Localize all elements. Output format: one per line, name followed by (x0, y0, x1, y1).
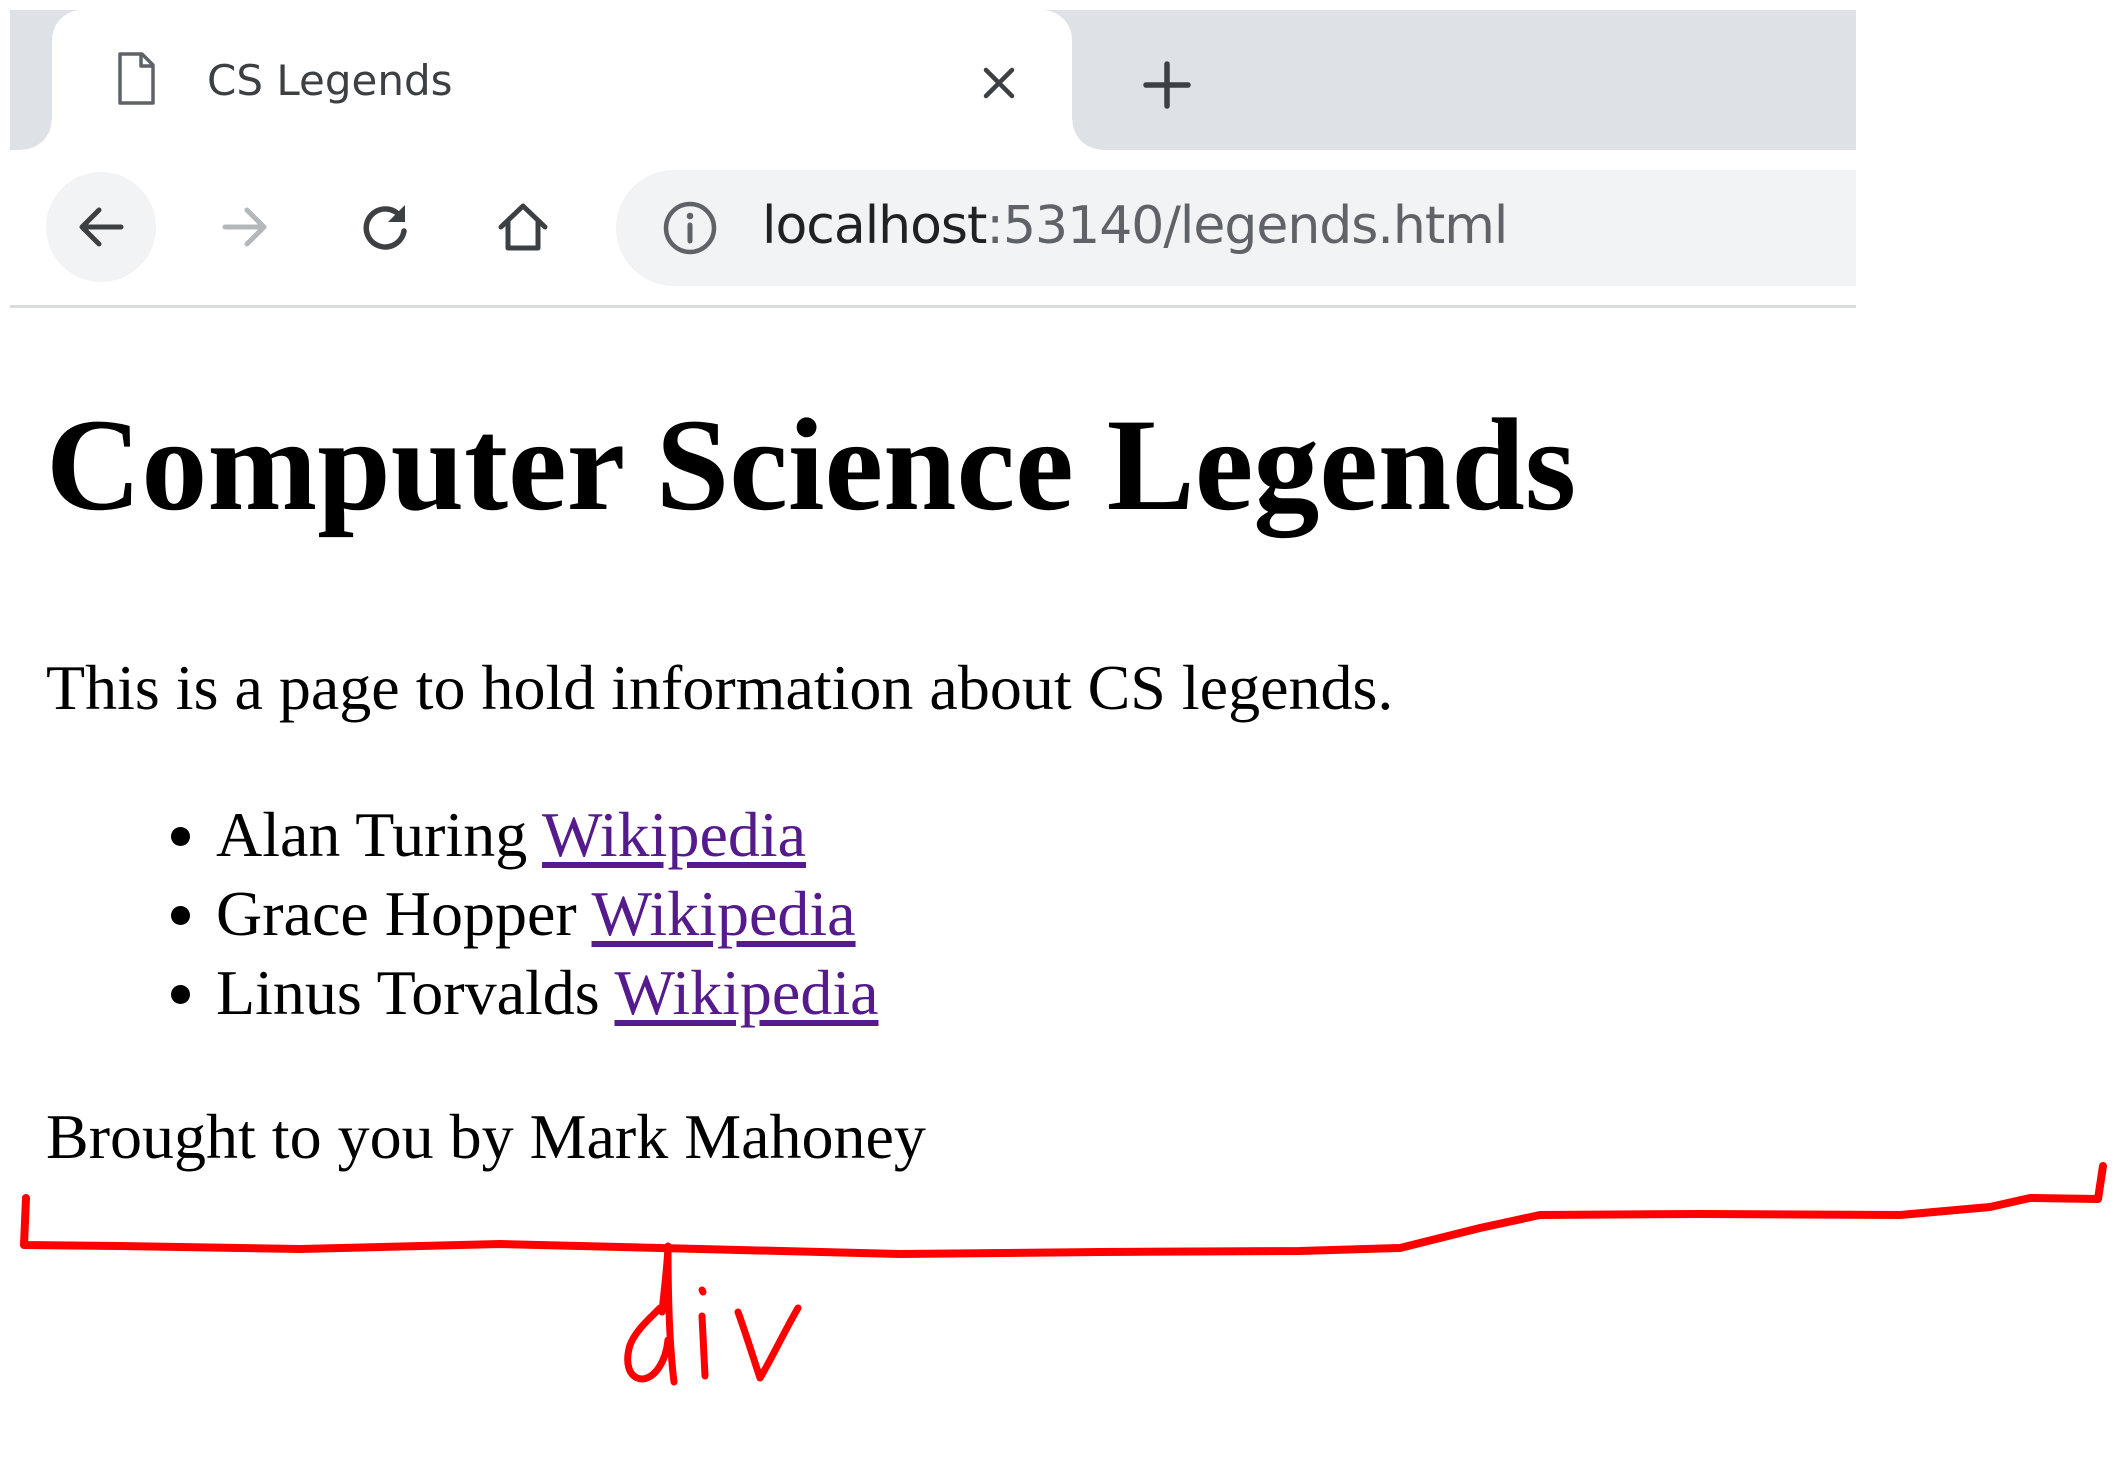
footer-text: Brought to you by Mark Mahoney (46, 1101, 926, 1172)
close-icon[interactable] (976, 60, 1022, 106)
home-icon (498, 203, 548, 251)
annotation-bracket (20, 1162, 2107, 1258)
annotation-letter-i (698, 1286, 709, 1380)
legend-name: Linus Torvalds (216, 957, 600, 1028)
list-item: Alan Turing Wikipedia (216, 795, 879, 874)
tab-title: CS Legends (207, 56, 453, 105)
annotation-label (624, 1242, 802, 1386)
intro-paragraph: This is a page to hold information about… (46, 652, 1394, 723)
wikipedia-link[interactable]: Wikipedia (542, 799, 806, 870)
annotation-letter-v (734, 1304, 802, 1382)
forward-button[interactable] (190, 172, 300, 282)
reload-button[interactable] (330, 172, 440, 282)
annotation-letter-d (624, 1242, 678, 1386)
page-content: Computer Science Legends This is a page … (46, 390, 1996, 1172)
list-item: Linus Torvalds Wikipedia (216, 953, 879, 1032)
list-item: Grace Hopper Wikipedia (216, 874, 879, 953)
legends-list: Alan Turing Wikipedia Grace Hopper Wikip… (46, 795, 879, 1032)
arrow-left-icon (79, 207, 124, 247)
address-bar[interactable]: localhost:53140/legends.html (616, 170, 1856, 286)
page-title: Computer Science Legends (46, 391, 1577, 538)
browser-tab[interactable]: CS Legends (22, 10, 1102, 160)
url-host: localhost (762, 196, 987, 256)
plus-icon[interactable] (1140, 58, 1194, 112)
back-button[interactable] (46, 172, 156, 282)
url-text: localhost:53140/legends.html (762, 196, 1508, 256)
url-path: :53140/legends.html (986, 196, 1508, 256)
home-button[interactable] (468, 172, 578, 282)
reload-icon (363, 205, 407, 250)
wikipedia-link[interactable]: Wikipedia (592, 878, 856, 949)
wikipedia-link[interactable]: Wikipedia (615, 957, 879, 1028)
arrow-right-icon (222, 207, 267, 247)
legend-name: Grace Hopper (216, 878, 577, 949)
info-icon[interactable] (662, 200, 718, 256)
browser-toolbar: localhost:53140/legends.html (10, 150, 1856, 308)
legend-name: Alan Turing (216, 799, 528, 870)
tab-strip: CS Legends (10, 10, 1856, 160)
page-icon (118, 52, 155, 105)
